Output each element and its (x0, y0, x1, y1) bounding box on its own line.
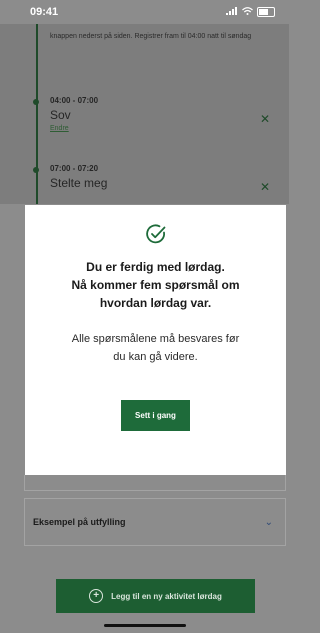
wifi-icon (242, 7, 253, 17)
timeline-dot (33, 167, 39, 173)
chevron-down-icon: ⌄ (264, 516, 273, 528)
plus-circle-icon: + (89, 589, 104, 603)
dialog-title-line: hvordan lørdag var. (99, 296, 212, 310)
timeline-line (36, 24, 38, 204)
timeline-intro-text: knappen nederst på siden. Registrer fram… (50, 33, 252, 40)
dialog-message-line: du kan gå videre. (113, 351, 198, 363)
remove-icon[interactable]: ✕ (260, 180, 270, 194)
status-icons (226, 7, 275, 17)
dialog-message-line: Alle spørsmålene må besvares før (71, 333, 240, 345)
status-time: 09:41 (30, 6, 59, 18)
add-activity-button[interactable]: + Legg til en ny aktivitet lørdag (56, 579, 255, 613)
dialog-message: Alle spørsmålene må besvares før du kan … (39, 330, 272, 366)
status-bar: 09:41 (0, 0, 289, 24)
dialog-title: Du er ferdig med lørdag. Nå kommer fem s… (39, 258, 272, 312)
check-circle-icon (39, 223, 272, 250)
signal-icon (226, 7, 238, 17)
example-accordion[interactable]: Eksempel på utfylling ⌄ (24, 498, 286, 546)
entry-time: 04:00 - 07:00 (50, 96, 99, 105)
home-indicator (104, 624, 186, 627)
collapsed-panel-edge (24, 475, 286, 491)
entry-title: Stelte meg (50, 176, 108, 190)
timeline-entry: 04:00 - 07:00 Sov Endre ✕ (33, 96, 270, 132)
entry-time: 07:00 - 07:20 (50, 164, 99, 173)
activity-timeline: knappen nederst på siden. Registrer fram… (0, 24, 289, 204)
timeline-dot (33, 99, 39, 105)
entry-title: Sov (50, 108, 71, 122)
battery-icon (257, 7, 275, 17)
dialog-title-line: Du er ferdig med lørdag. (86, 260, 225, 274)
edit-link[interactable]: Endre (50, 125, 270, 132)
remove-icon[interactable]: ✕ (260, 112, 270, 126)
dialog-title-line: Nå kommer fem spørsmål om (71, 278, 240, 292)
completion-dialog: Du er ferdig med lørdag. Nå kommer fem s… (25, 205, 286, 475)
start-button[interactable]: Sett i gang (121, 400, 190, 431)
example-label: Eksempel på utfylling (33, 517, 126, 527)
timeline-entry: 07:00 - 07:20 Stelte meg ✕ (33, 164, 270, 194)
add-activity-label: Legg til en ny aktivitet lørdag (111, 591, 222, 601)
